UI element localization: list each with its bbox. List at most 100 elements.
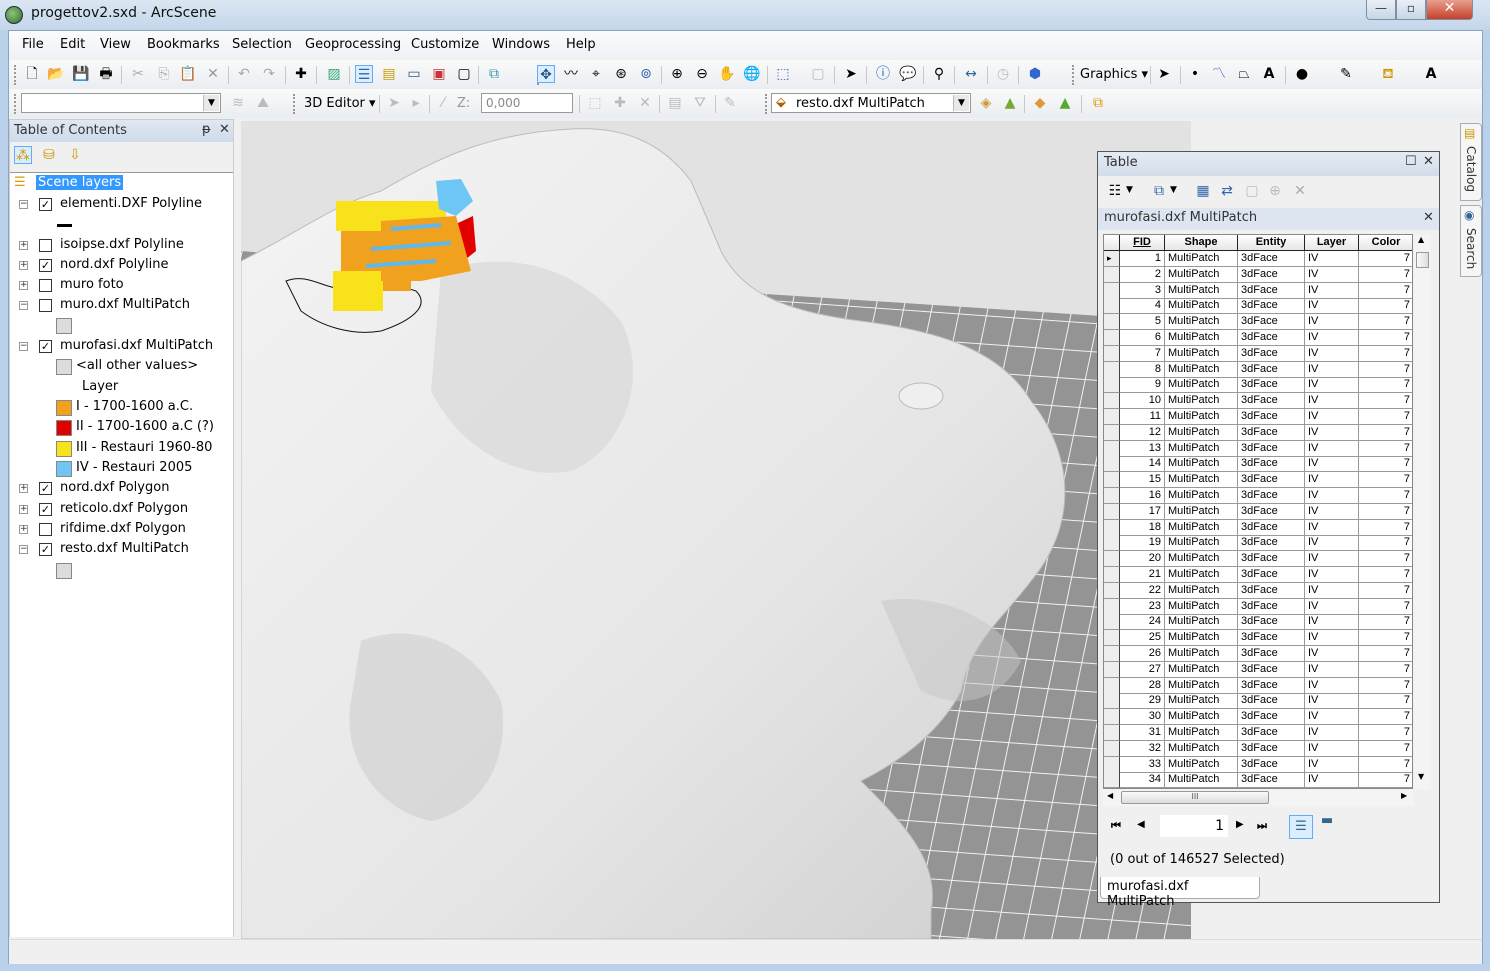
row-selector[interactable] (1104, 693, 1120, 710)
layer-extrude-icon[interactable]: ◈ (977, 94, 995, 112)
table-cell-shape[interactable]: MultiPatch (1165, 693, 1238, 710)
row-selector[interactable] (1104, 409, 1120, 425)
table-cell-fid[interactable]: 5 (1120, 314, 1165, 331)
row-selector[interactable] (1104, 456, 1120, 473)
table-row[interactable]: 24 MultiPatch 3dFace IV 7 (1104, 614, 1412, 631)
table-cell-fid[interactable]: 3 (1120, 282, 1165, 299)
z-tool-icon[interactable]: ⁄ (434, 94, 452, 112)
row-selector[interactable] (1104, 519, 1120, 536)
table-cell-color[interactable]: 7 (1359, 551, 1412, 568)
toolbar-grip[interactable] (293, 94, 296, 114)
table-cell-layer[interactable]: IV (1305, 756, 1359, 773)
table-cell-fid[interactable]: 28 (1120, 677, 1165, 694)
chevron-down-icon[interactable]: ▼ (1126, 185, 1133, 195)
menu-geoprocessing[interactable]: Geoprocessing (305, 37, 401, 52)
table-vertical-scrollbar[interactable]: ▲ ▼ (1414, 234, 1431, 789)
row-selector[interactable] (1104, 377, 1120, 394)
table-cell-shape[interactable]: MultiPatch (1165, 330, 1238, 346)
split-icon[interactable]: ✚ (611, 94, 629, 112)
table-cell-shape[interactable]: MultiPatch (1165, 266, 1238, 283)
row-selector[interactable] (1104, 314, 1120, 331)
table-cell-layer[interactable]: IV (1305, 598, 1359, 615)
table-cell-color[interactable]: 7 (1359, 583, 1412, 599)
table-cell-shape[interactable]: MultiPatch (1165, 488, 1238, 504)
scroll-up-icon[interactable]: ▲ (1418, 235, 1424, 244)
table-cell-layer[interactable]: IV (1305, 535, 1359, 552)
marker-color-icon[interactable]: ● (1293, 65, 1311, 83)
sketch-properties-icon[interactable]: ⛛ (691, 94, 709, 112)
table-cell-color[interactable]: 7 (1359, 630, 1412, 647)
table-cell-shape[interactable]: MultiPatch (1165, 582, 1238, 599)
table-cell-shape[interactable]: MultiPatch (1165, 440, 1238, 457)
toc-window-icon[interactable]: ☰ (355, 65, 373, 83)
table-cell-color[interactable]: 7 (1359, 362, 1412, 378)
table-cell-color[interactable]: 7 (1359, 678, 1412, 694)
row-selector[interactable] (1104, 598, 1120, 615)
table-cell-shape[interactable]: MultiPatch (1165, 409, 1238, 425)
table-cell-shape[interactable]: MultiPatch (1165, 709, 1238, 726)
table-bottom-tab[interactable]: murofasi.dxf MultiPatch (1100, 877, 1260, 909)
table-row[interactable]: 6 MultiPatch 3dFace IV 7 (1104, 330, 1412, 346)
table-row[interactable]: 14 MultiPatch 3dFace IV 7 (1104, 456, 1412, 473)
table-row[interactable]: ▸ 1 MultiPatch 3dFace IV 7 (1104, 251, 1412, 267)
edit-tool-icon[interactable]: ➤ (385, 94, 403, 112)
table-cell-entity[interactable]: 3dFace (1238, 614, 1305, 631)
open-folder-icon[interactable]: 📂 (47, 65, 65, 83)
add-data-icon[interactable]: ✚ (292, 65, 310, 83)
table-row[interactable]: 10 MultiPatch 3dFace IV 7 (1104, 393, 1412, 410)
table-cell-entity[interactable]: 3dFace (1238, 456, 1305, 473)
table-cell-shape[interactable]: MultiPatch (1165, 298, 1238, 315)
table-cell-color[interactable]: 7 (1359, 614, 1412, 631)
table-cell-entity[interactable]: 3dFace (1238, 409, 1305, 425)
table-cell-entity[interactable]: 3dFace (1238, 298, 1305, 315)
table-options-icon[interactable]: ☷ (1106, 182, 1124, 200)
navigate-icon[interactable]: ✥ (537, 65, 555, 83)
table-cell-fid[interactable]: 10 (1120, 393, 1165, 410)
table-cell-fid[interactable]: 17 (1120, 503, 1165, 520)
table-cell-color[interactable]: 7 (1359, 456, 1412, 473)
table-cell-layer[interactable]: IV (1305, 266, 1359, 283)
table-cell-fid[interactable]: 16 (1120, 488, 1165, 504)
table-cell-entity[interactable]: 3dFace (1238, 361, 1305, 378)
table-cell-color[interactable]: 7 (1359, 535, 1412, 552)
3d-editor-menu[interactable]: 3D Editor ▾ (304, 96, 376, 111)
table-cell-shape[interactable]: MultiPatch (1165, 251, 1238, 267)
table-cell-shape[interactable]: MultiPatch (1165, 677, 1238, 694)
row-selector[interactable] (1104, 567, 1120, 583)
table-cell-color[interactable]: 7 (1359, 757, 1412, 773)
table-cell-color[interactable]: 7 (1359, 567, 1412, 583)
table-cell-entity[interactable]: 3dFace (1238, 630, 1305, 647)
table-cell-entity[interactable]: 3dFace (1238, 424, 1305, 441)
table-cell-fid[interactable]: 31 (1120, 725, 1165, 741)
table-cell-entity[interactable]: 3dFace (1238, 725, 1305, 741)
row-selector[interactable] (1104, 725, 1120, 741)
row-selector[interactable] (1104, 772, 1120, 788)
table-cell-entity[interactable]: 3dFace (1238, 251, 1305, 267)
table-cell-entity[interactable]: 3dFace (1238, 393, 1305, 410)
table-cell-entity[interactable]: 3dFace (1238, 472, 1305, 489)
list-by-drawing-order-icon[interactable]: ⁂ (14, 146, 32, 164)
table-cell-fid[interactable]: 26 (1120, 646, 1165, 662)
row-selector[interactable] (1104, 661, 1120, 678)
table-cell-shape[interactable]: MultiPatch (1165, 393, 1238, 410)
legend-swatch[interactable] (56, 420, 72, 436)
table-row[interactable]: 2 MultiPatch 3dFace IV 7 (1104, 266, 1412, 283)
text-icon[interactable]: A (1260, 65, 1278, 83)
table-cell-fid[interactable]: 27 (1120, 661, 1165, 678)
table-cell-layer[interactable]: IV (1305, 740, 1359, 757)
table-cell-shape[interactable]: MultiPatch (1165, 756, 1238, 773)
animation-icon[interactable]: ◷ (994, 65, 1012, 83)
row-selector[interactable] (1104, 472, 1120, 489)
expand-icon[interactable]: + (19, 281, 28, 290)
table-cell-entity[interactable]: 3dFace (1238, 772, 1305, 788)
layer-visibility-checkbox[interactable]: ✓ (39, 198, 52, 211)
graphics-menu[interactable]: Graphics ▾ (1080, 67, 1148, 82)
legend-swatch[interactable] (56, 441, 72, 457)
chevron-down-icon[interactable]: ▼ (1170, 185, 1177, 195)
layer-visibility-checkbox[interactable]: ✓ (39, 482, 52, 495)
table-cell-entity[interactable]: 3dFace (1238, 598, 1305, 615)
table-cell-fid[interactable]: 13 (1120, 440, 1165, 457)
table-cell-layer[interactable]: IV (1305, 630, 1359, 647)
legend-swatch[interactable] (56, 400, 72, 416)
table-cell-entity[interactable]: 3dFace (1238, 488, 1305, 504)
